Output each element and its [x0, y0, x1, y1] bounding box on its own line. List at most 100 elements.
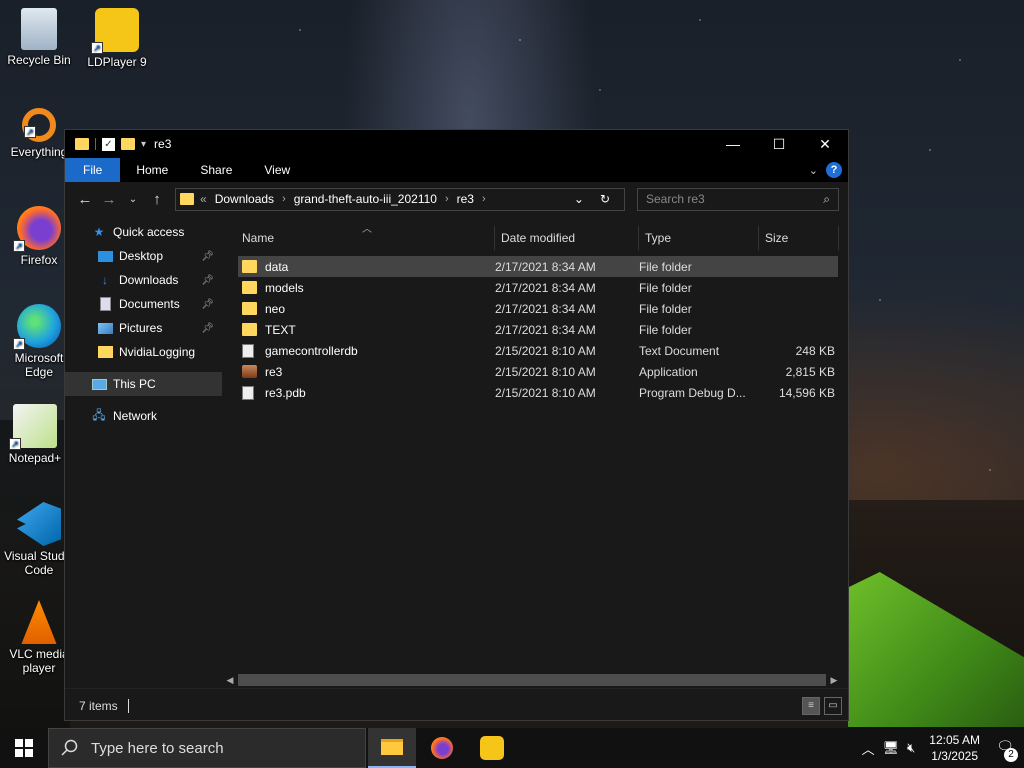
- tab-share[interactable]: Share: [184, 158, 248, 182]
- network-icon: 🖧︎: [92, 407, 106, 422]
- customize-toolbar-chevron-icon[interactable]: ▾: [141, 139, 146, 150]
- sidebar-item-label: Desktop: [119, 249, 164, 263]
- scrollbar-thumb[interactable]: [238, 674, 826, 686]
- pin-icon[interactable]: 📌︎: [201, 275, 214, 286]
- sidebar-item-this-pc[interactable]: This PC: [65, 372, 222, 396]
- sidebar-item-pictures[interactable]: Pictures 📌︎: [65, 316, 222, 340]
- notification-count: 2: [1004, 748, 1018, 762]
- scroll-right-icon[interactable]: ▶: [826, 675, 842, 686]
- window-title: re3: [154, 137, 172, 151]
- new-folder-icon[interactable]: [121, 138, 135, 150]
- breadcrumb-downloads[interactable]: Downloads: [215, 192, 274, 206]
- search-input[interactable]: [646, 192, 806, 206]
- sort-ascending-icon: ︿: [362, 224, 372, 235]
- file-row[interactable]: neo 2/17/2021 8:34 AM File folder: [238, 298, 838, 319]
- sidebar-item-desktop[interactable]: Desktop 📌︎: [65, 244, 222, 268]
- sidebar-item-nvidialogging[interactable]: NvidiaLogging: [65, 340, 222, 364]
- breadcrumb-chevron-icon[interactable]: ›: [445, 193, 449, 205]
- properties-icon[interactable]: ✓: [102, 137, 115, 151]
- file-date: 2/17/2021 8:34 AM: [495, 259, 596, 274]
- breadcrumb-re3[interactable]: re3: [457, 192, 474, 206]
- app-icon: [242, 365, 257, 378]
- file-date: 2/17/2021 8:34 AM: [495, 301, 596, 316]
- taskbar-firefox[interactable]: [418, 728, 466, 768]
- sidebar-item-network[interactable]: 🖧︎ Network: [65, 404, 222, 428]
- file-row[interactable]: re3.pdb 2/15/2021 8:10 AM Program Debug …: [238, 382, 838, 403]
- file-date: 2/15/2021 8:10 AM: [495, 364, 596, 379]
- desktop-icon-ldplayer[interactable]: ↗ LDPlayer 9: [80, 8, 154, 69]
- star-icon: ★: [93, 225, 105, 239]
- file-row[interactable]: gamecontrollerdb 2/15/2021 8:10 AM Text …: [238, 340, 838, 361]
- sidebar-item-label: Pictures: [119, 321, 163, 335]
- back-button[interactable]: ←: [73, 191, 97, 208]
- breadcrumb-gta[interactable]: grand-theft-auto-iii_202110: [294, 192, 437, 206]
- shortcut-arrow-icon: ↗: [13, 240, 25, 252]
- close-button[interactable]: ✕: [802, 130, 848, 158]
- address-dropdown-chevron-icon[interactable]: ⌄: [574, 192, 584, 206]
- tab-file[interactable]: File: [65, 158, 121, 182]
- status-bar: 7 items ≡ ▭: [65, 688, 848, 722]
- tab-home[interactable]: Home: [120, 158, 184, 182]
- scroll-left-icon[interactable]: ◀: [222, 675, 238, 686]
- forward-button[interactable]: →: [97, 191, 121, 208]
- network-status-icon[interactable]: 🖥︎: [883, 740, 900, 756]
- taskbar-search-input[interactable]: [91, 739, 351, 757]
- file-row[interactable]: models 2/17/2021 8:34 AM File folder: [238, 277, 838, 298]
- shortcut-arrow-icon: ↗: [13, 338, 25, 350]
- navigation-pane: ★ Quick access Desktop 📌︎ ↓ Downloads 📌︎…: [65, 216, 222, 688]
- refresh-icon[interactable]: ↻: [600, 192, 610, 206]
- maximize-button[interactable]: ☐: [756, 130, 802, 158]
- start-button[interactable]: [0, 728, 48, 768]
- pin-icon[interactable]: 📌︎: [201, 299, 214, 310]
- pin-icon[interactable]: 📌︎: [201, 251, 214, 262]
- sidebar-item-label: Downloads: [119, 273, 179, 287]
- breadcrumb-chevron-icon[interactable]: ›: [282, 193, 286, 205]
- notepadpp-icon: ↗: [9, 404, 57, 450]
- search-box[interactable]: ⌕: [637, 187, 839, 211]
- taskbar-search-box[interactable]: [48, 728, 366, 768]
- clock[interactable]: 12:05 AM 1/3/2025: [923, 732, 986, 764]
- file-name: data: [265, 259, 289, 274]
- column-header-size[interactable]: Size: [759, 226, 839, 250]
- taskbar-file-explorer[interactable]: [368, 728, 416, 768]
- breadcrumb-overflow[interactable]: «: [200, 192, 207, 206]
- column-header-date[interactable]: Date modified: [495, 226, 639, 250]
- desktop-icon-recycle-bin[interactable]: Recycle Bin: [2, 8, 76, 67]
- breadcrumb-chevron-icon[interactable]: ›: [482, 193, 486, 205]
- details-view-icon[interactable]: ≡: [802, 696, 820, 715]
- sidebar-item-quick-access[interactable]: ★ Quick access: [65, 220, 222, 244]
- recent-locations-chevron-icon[interactable]: ⌄: [121, 194, 145, 205]
- expand-ribbon-chevron-icon[interactable]: ⌄: [809, 164, 818, 177]
- text-file-icon: [242, 343, 254, 358]
- desktop-icon-notepadpp[interactable]: ↗ Notepad+: [0, 404, 72, 465]
- window-controls: — ☐ ✕: [710, 130, 848, 158]
- file-size: 2,815 KB: [785, 364, 835, 379]
- tab-view[interactable]: View: [248, 158, 306, 182]
- taskbar: ︿ 🖥︎ 🔇︎ 12:05 AM 1/3/2025 🗨︎ 2: [0, 728, 1024, 768]
- pin-icon[interactable]: 📌︎: [201, 323, 214, 334]
- large-icons-view-icon[interactable]: ▭: [824, 696, 842, 715]
- taskbar-ldplayer[interactable]: [468, 728, 516, 768]
- column-header-name[interactable]: Name: [222, 226, 495, 250]
- horizontal-scrollbar[interactable]: ◀ ▶: [222, 672, 850, 688]
- file-explorer-window: ✓ ▾ re3 — ☐ ✕ File Home Share View ⌄ ? ←…: [64, 129, 849, 721]
- item-count: 7 items: [79, 698, 118, 713]
- file-row[interactable]: re3 2/15/2021 8:10 AM Application 2,815 …: [238, 361, 838, 382]
- sidebar-item-documents[interactable]: Documents 📌︎: [65, 292, 222, 316]
- firefox-icon: ↗: [13, 206, 61, 252]
- up-button[interactable]: ↑: [145, 191, 169, 208]
- file-type: File folder: [639, 322, 692, 337]
- address-bar[interactable]: « Downloads › grand-theft-auto-iii_20211…: [175, 187, 625, 211]
- file-size: 248 KB: [795, 343, 835, 358]
- file-explorer-icon: [381, 739, 403, 755]
- column-header-type[interactable]: Type: [639, 226, 759, 250]
- sidebar-item-downloads[interactable]: ↓ Downloads 📌︎: [65, 268, 222, 292]
- sidebar-item-label: This PC: [113, 377, 156, 391]
- volume-muted-icon[interactable]: 🔇︎: [907, 740, 915, 756]
- file-row[interactable]: TEXT 2/17/2021 8:34 AM File folder: [238, 319, 838, 340]
- action-center-button[interactable]: 🗨︎ 2: [994, 738, 1018, 762]
- help-icon[interactable]: ?: [826, 162, 842, 178]
- file-row[interactable]: data 2/17/2021 8:34 AM File folder: [238, 256, 838, 277]
- minimize-button[interactable]: —: [710, 130, 756, 158]
- show-hidden-icons-chevron-icon[interactable]: ︿: [862, 739, 875, 758]
